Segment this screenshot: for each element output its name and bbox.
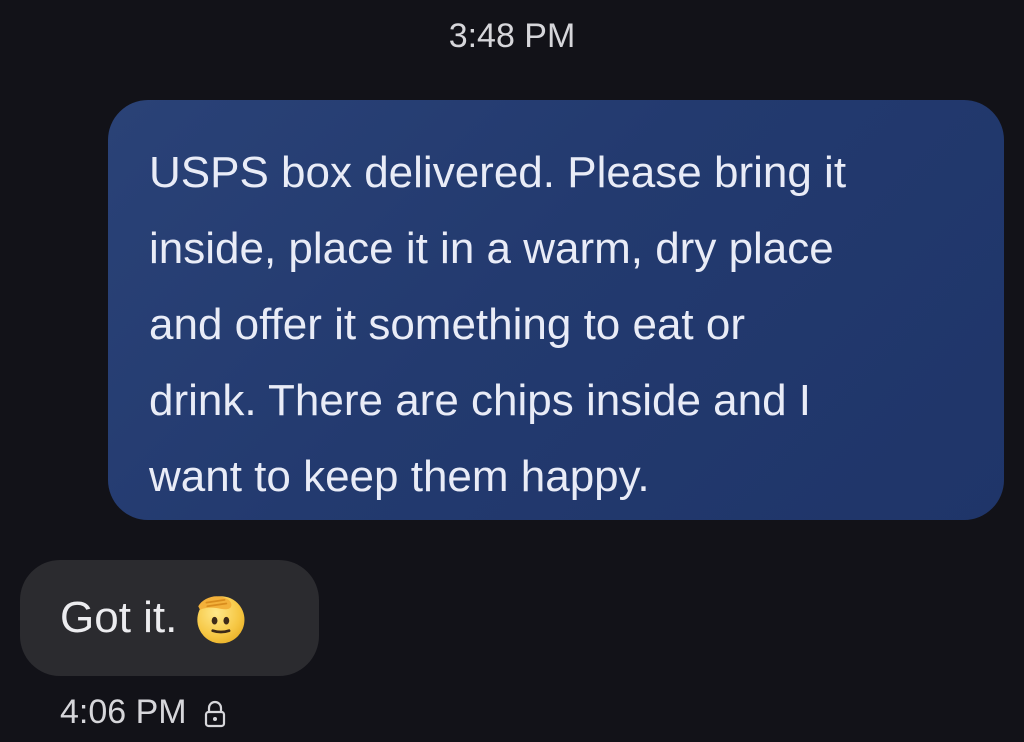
sent-message-text: USPS box delivered. Please bring it insi… <box>149 148 847 501</box>
saluting-face-icon <box>191 589 249 647</box>
received-message-timestamp: 4:06 PM <box>60 693 187 731</box>
conversation-timestamp: 3:48 PM <box>448 17 576 55</box>
received-message-bubble[interactable]: Got it. <box>20 560 319 676</box>
sent-message-bubble[interactable]: USPS box delivered. Please bring it insi… <box>108 100 1004 520</box>
received-message-text: Got it. <box>60 593 178 642</box>
lock-icon <box>203 700 227 728</box>
received-message-meta: 4:06 PM <box>60 692 227 732</box>
